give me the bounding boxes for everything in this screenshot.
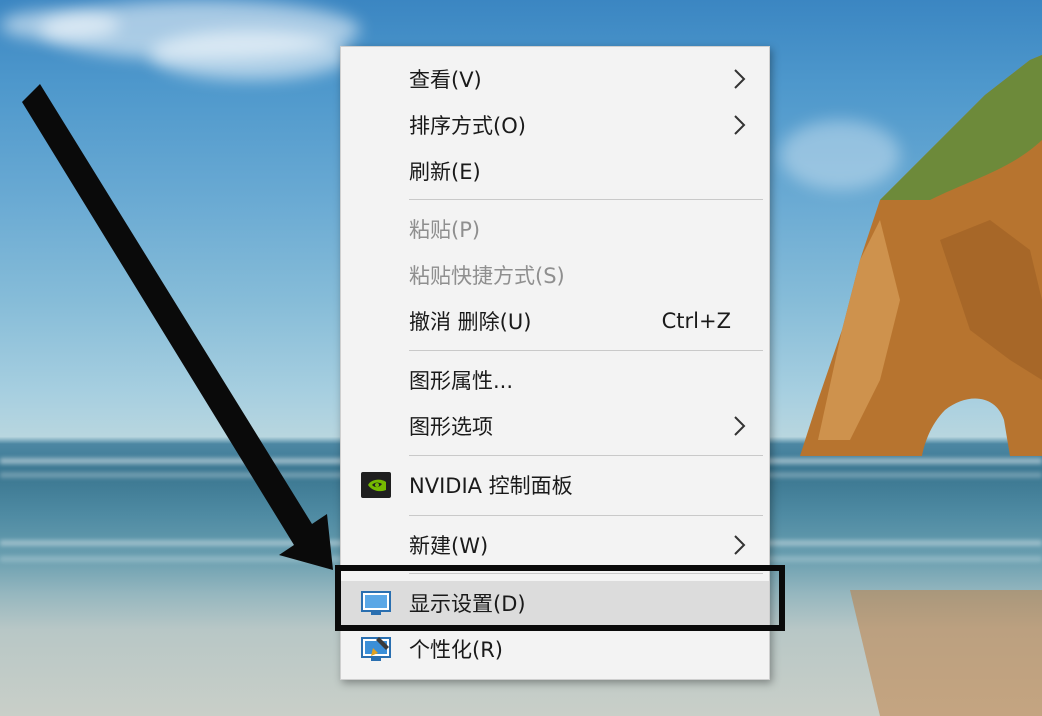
menu-item-personalize[interactable]: 个性化(R) <box>341 627 769 671</box>
menu-item-label: 新建(W) <box>409 534 489 558</box>
menu-item-label: 粘贴快捷方式(S) <box>409 264 565 288</box>
menu-separator <box>409 515 763 516</box>
menu-item-new[interactable]: 新建(W) <box>341 523 769 567</box>
menu-item-label: 刷新(E) <box>409 160 481 184</box>
menu-item-paste-shortcut[interactable]: 粘贴快捷方式(S) <box>341 253 769 297</box>
menu-item-undo-delete[interactable]: 撤消 删除(U) Ctrl+Z <box>341 299 769 343</box>
menu-item-paste[interactable]: 粘贴(P) <box>341 207 769 251</box>
chevron-right-icon <box>734 535 746 555</box>
menu-item-refresh[interactable]: 刷新(E) <box>341 149 769 193</box>
menu-item-label: 撤消 删除(U) <box>409 310 532 334</box>
menu-item-label: 个性化(R) <box>409 638 503 662</box>
personalize-icon <box>361 637 391 661</box>
menu-item-nvidia-control-panel[interactable]: NVIDIA 控制面板 <box>341 463 769 507</box>
menu-item-graphics-options[interactable]: 图形选项 <box>341 404 769 448</box>
chevron-right-icon <box>734 69 746 89</box>
menu-item-label: 图形选项 <box>409 415 493 439</box>
menu-separator <box>409 455 763 456</box>
menu-item-label: 查看(V) <box>409 68 482 92</box>
menu-item-view[interactable]: 查看(V) <box>341 57 769 101</box>
chevron-right-icon <box>734 416 746 436</box>
annotation-highlight-box <box>335 565 785 631</box>
menu-item-label: 图形属性... <box>409 369 514 393</box>
menu-item-label: 粘贴(P) <box>409 218 481 242</box>
menu-separator <box>409 199 763 200</box>
menu-item-label: 排序方式(O) <box>409 114 526 138</box>
menu-item-shortcut: Ctrl+Z <box>661 309 731 333</box>
menu-separator <box>409 350 763 351</box>
chevron-right-icon <box>734 115 746 135</box>
menu-item-label: NVIDIA 控制面板 <box>409 474 573 498</box>
menu-item-graphics-properties[interactable]: 图形属性... <box>341 358 769 402</box>
menu-item-sort-by[interactable]: 排序方式(O) <box>341 103 769 147</box>
nvidia-icon <box>361 472 391 498</box>
